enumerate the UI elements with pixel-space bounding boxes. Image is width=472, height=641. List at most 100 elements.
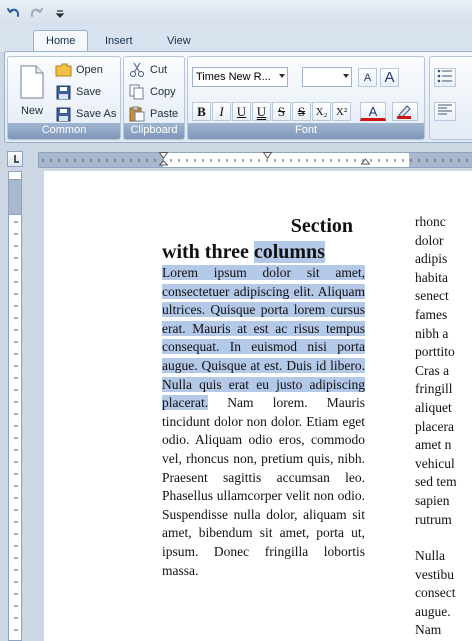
heading-line-2: with three columns bbox=[162, 241, 325, 263]
chevron-down-icon bbox=[279, 74, 285, 78]
italic-button[interactable]: I bbox=[212, 102, 231, 121]
column-2-line: Cras a bbox=[415, 362, 450, 378]
indent-marker-icon bbox=[158, 152, 169, 166]
double-strikethrough-button[interactable]: S bbox=[292, 102, 311, 121]
copy-button[interactable]: Copy bbox=[128, 82, 176, 102]
bold-button[interactable]: B bbox=[192, 102, 211, 121]
undo-button[interactable] bbox=[4, 3, 24, 23]
ruler-row bbox=[0, 145, 472, 171]
common-group-label: Common bbox=[8, 123, 120, 139]
highlight-color-button[interactable] bbox=[392, 102, 418, 121]
section-heading[interactable]: Section with three columns bbox=[162, 213, 365, 265]
tab-home[interactable]: Home bbox=[33, 30, 89, 52]
column-2-line: rutrum bbox=[415, 511, 452, 527]
scissors-icon bbox=[130, 62, 144, 77]
chevron-down-icon bbox=[343, 74, 349, 78]
column-1-text: Nam lorem. Mauris tincidunt dolor non do… bbox=[162, 395, 365, 578]
font-color-button[interactable]: A bbox=[360, 102, 386, 121]
heading-line-1: Section bbox=[290, 215, 353, 237]
column-2-line: vestibu bbox=[415, 566, 454, 582]
shrink-font-icon: A bbox=[363, 72, 372, 84]
tab-stop-selector[interactable] bbox=[7, 151, 23, 167]
column-2-line: amet n bbox=[415, 437, 452, 453]
bullet-list-icon bbox=[437, 69, 452, 83]
bullets-button[interactable] bbox=[434, 68, 456, 87]
customize-qat-button[interactable] bbox=[50, 3, 70, 23]
tab-insert[interactable]: Insert bbox=[92, 30, 146, 52]
cut-button[interactable]: Cut bbox=[128, 60, 167, 80]
superscript-button[interactable]: X² bbox=[332, 102, 351, 121]
column-2-line: sapien bbox=[415, 492, 450, 508]
right-indent-marker[interactable] bbox=[360, 158, 371, 170]
subscript-button[interactable]: X₂ bbox=[312, 102, 331, 121]
clipboard-group-label: Clipboard bbox=[124, 123, 184, 139]
document-area[interactable]: Section with three columns Lorem ipsum d… bbox=[44, 171, 472, 641]
ribbon-tabs: Home Insert View bbox=[0, 26, 472, 52]
new-button[interactable]: New bbox=[12, 61, 52, 123]
column-marker-icon bbox=[262, 152, 273, 159]
chevron-down-icon bbox=[55, 10, 65, 18]
column-2-line: senect bbox=[415, 288, 449, 304]
save-as-icon bbox=[56, 107, 70, 121]
left-indent-marker[interactable] bbox=[158, 152, 169, 171]
column-2-line: aliquet bbox=[415, 399, 452, 415]
folder-icon bbox=[55, 63, 71, 77]
ribbon: New Open Save Save As Common Cut Copy Pa… bbox=[4, 51, 472, 143]
column-2-line: rhonc bbox=[415, 214, 446, 229]
column-2-line: adipis bbox=[415, 251, 448, 267]
column-2-line: vehicul bbox=[415, 455, 455, 471]
font-name-combo[interactable]: Times New R... bbox=[192, 67, 288, 87]
selected-text: Lorem ipsum dolor sit amet, consectetuer… bbox=[162, 265, 365, 411]
grow-font-button[interactable]: A bbox=[380, 68, 399, 87]
word-processor-window: Home Insert View New Open Save Save As C… bbox=[0, 0, 472, 641]
heading-selected-text: columns bbox=[253, 241, 325, 263]
save-button[interactable]: Save bbox=[54, 82, 101, 102]
redo-icon bbox=[30, 8, 43, 17]
font-size-combo[interactable] bbox=[302, 67, 352, 87]
column-2-line: nibh a bbox=[415, 325, 449, 341]
undo-icon bbox=[7, 8, 20, 17]
align-left-button[interactable] bbox=[434, 102, 456, 121]
column-2-line: Nam bbox=[415, 622, 442, 638]
paragraph-group bbox=[429, 56, 472, 140]
column-2-line: fames bbox=[415, 306, 448, 322]
vertical-ruler-column bbox=[0, 171, 44, 641]
clipboard-group: Cut Copy Paste Clipboard bbox=[123, 56, 185, 140]
column-marker[interactable] bbox=[262, 152, 273, 164]
highlighter-pen-icon bbox=[397, 105, 411, 119]
vertical-ruler[interactable] bbox=[8, 171, 22, 641]
document-page[interactable]: Section with three columns Lorem ipsum d… bbox=[44, 171, 472, 641]
grow-font-icon: A bbox=[384, 69, 395, 86]
underline-button[interactable]: U bbox=[232, 102, 251, 121]
tab-view[interactable]: View bbox=[154, 30, 204, 52]
indent-marker-icon bbox=[360, 158, 371, 165]
text-column-2[interactable]: rhonc dolor adipis habita senect fames nibh a p… bbox=[415, 213, 472, 640]
vertical-ruler-margin[interactable] bbox=[8, 179, 22, 215]
open-button[interactable]: Open bbox=[54, 60, 103, 80]
column-2-line: dolor bbox=[415, 232, 444, 248]
align-left-icon bbox=[438, 104, 452, 115]
save-disk-icon bbox=[56, 85, 70, 99]
paste-clipboard-icon bbox=[129, 106, 145, 122]
quick-access-toolbar bbox=[0, 0, 472, 26]
ruler-ticks bbox=[42, 159, 468, 162]
column-2-line: Nulla bbox=[415, 548, 445, 564]
strikethrough-button[interactable]: S bbox=[272, 102, 291, 121]
column-2-line: porttito bbox=[415, 344, 455, 360]
text-column-1[interactable]: Lorem ipsum dolor sit amet, consectetuer… bbox=[162, 264, 365, 580]
tab-stop-icon bbox=[14, 155, 19, 163]
horizontal-ruler[interactable] bbox=[38, 152, 472, 168]
common-group: New Open Save Save As Common bbox=[7, 56, 121, 140]
column-2-line: sed tem bbox=[415, 474, 457, 490]
column-2-line: habita bbox=[415, 269, 448, 285]
redo-button[interactable] bbox=[26, 3, 46, 23]
column-2-line: placera bbox=[415, 418, 454, 434]
save-as-button[interactable]: Save As bbox=[54, 104, 116, 124]
paste-button[interactable]: Paste bbox=[128, 104, 178, 124]
font-group: Times New R... A A B I U U S S X₂ X² A F… bbox=[187, 56, 425, 140]
double-underline-button[interactable]: U bbox=[252, 102, 271, 121]
new-document-icon bbox=[20, 65, 44, 99]
font-group-label: Font bbox=[188, 123, 424, 139]
shrink-font-button[interactable]: A bbox=[358, 68, 377, 87]
